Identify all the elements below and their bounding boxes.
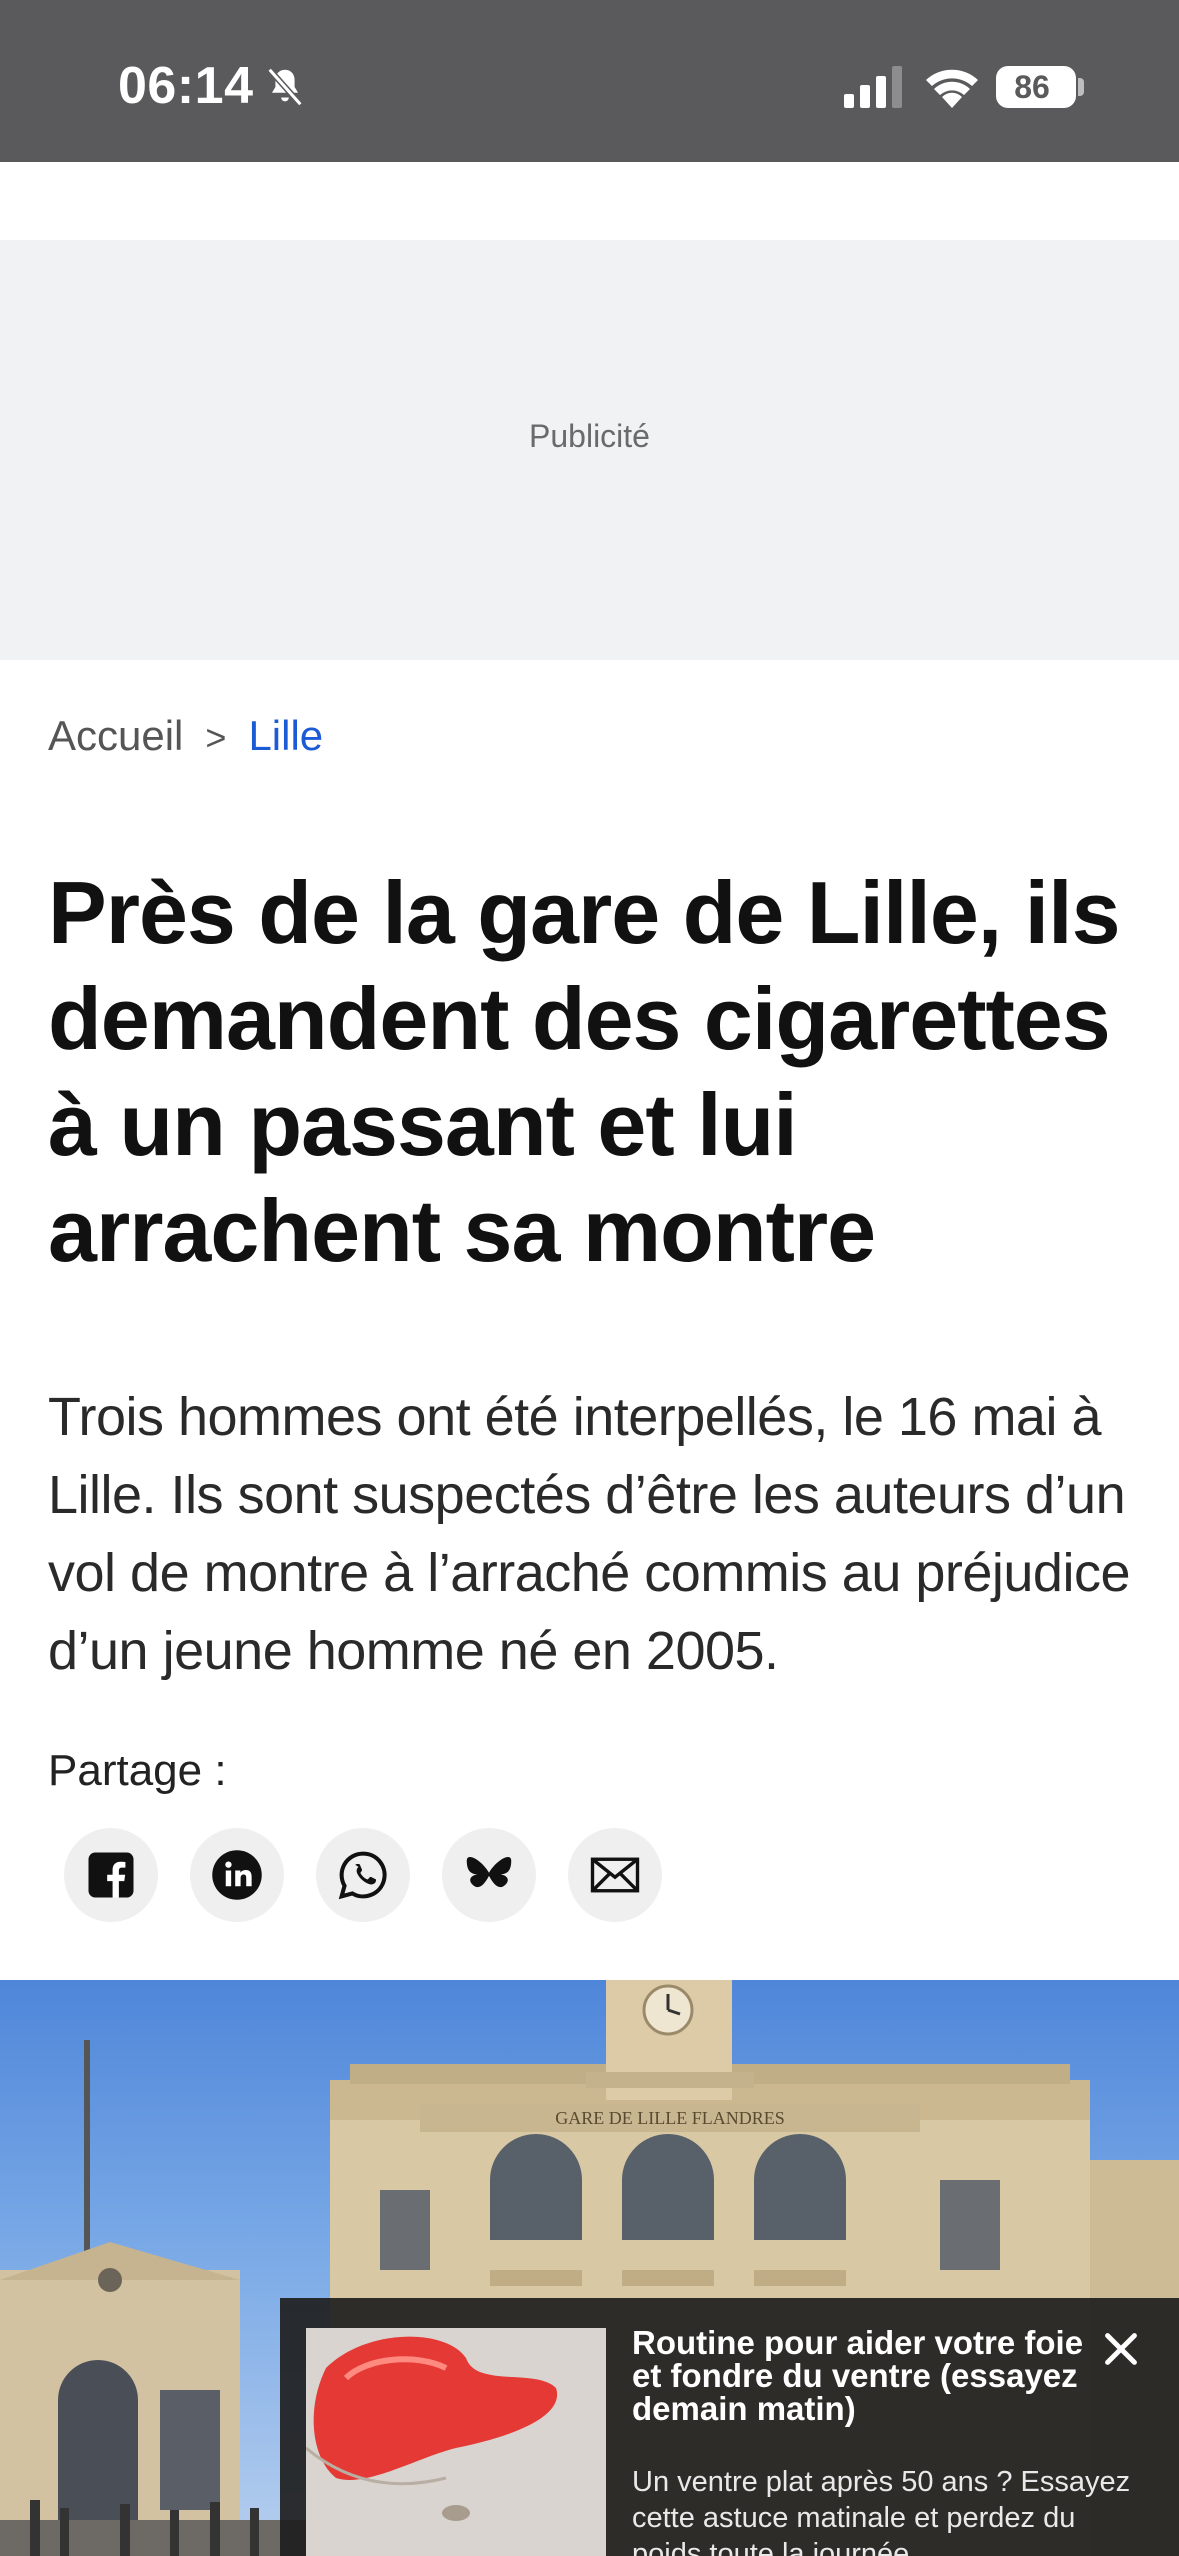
- battery-nub: [1078, 78, 1084, 96]
- breadcrumb: Accueil > Lille: [48, 712, 323, 760]
- share-linkedin-button[interactable]: [190, 1828, 284, 1922]
- promo-image[interactable]: [306, 2328, 606, 2556]
- share-bluesky-button[interactable]: [442, 1828, 536, 1922]
- mail-icon: [590, 1857, 640, 1893]
- breadcrumb-home[interactable]: Accueil: [48, 712, 183, 760]
- share-label: Partage :: [48, 1746, 227, 1795]
- share-buttons: [64, 1828, 662, 1924]
- status-time: 06:14: [118, 57, 254, 115]
- page: 06:14 86 Publicité Accueil > Lille Près de: [0, 0, 1179, 2556]
- close-icon[interactable]: [1098, 2326, 1144, 2372]
- breadcrumb-separator: >: [205, 717, 227, 758]
- share-facebook-button[interactable]: [64, 1828, 158, 1922]
- linkedin-icon: [212, 1850, 262, 1900]
- share-whatsapp-button[interactable]: [316, 1828, 410, 1922]
- bell-muted-icon: [267, 67, 303, 107]
- promo-title[interactable]: Routine pour aider votre foie et fondre …: [632, 2326, 1102, 2425]
- bluesky-icon: [466, 1857, 512, 1888]
- article-lede: Trois hommes ont été interpellés, le 16 …: [48, 1387, 1131, 1681]
- share-email-button[interactable]: [568, 1828, 662, 1922]
- promo-description: Un ventre plat après 50 ans ? Essayez ce…: [632, 2466, 1131, 2556]
- cellular-signal-icon: [844, 66, 902, 108]
- battery-level: 86: [1014, 69, 1050, 105]
- breadcrumb-current[interactable]: Lille: [248, 712, 323, 760]
- facebook-icon: [88, 1852, 134, 1898]
- status-bar: 06:14 86: [0, 0, 1179, 162]
- ad-label: Publicité: [529, 418, 650, 454]
- liver-illustration: [306, 2328, 606, 2556]
- battery-indicator: 86: [996, 66, 1076, 108]
- article-title: Près de la gare de Lille, ils demandent …: [48, 863, 1121, 1280]
- wifi-icon: [926, 69, 978, 108]
- whatsapp-icon: [338, 1851, 387, 1900]
- station-sign: GARE DE LILLE FLANDRES: [555, 2108, 784, 2128]
